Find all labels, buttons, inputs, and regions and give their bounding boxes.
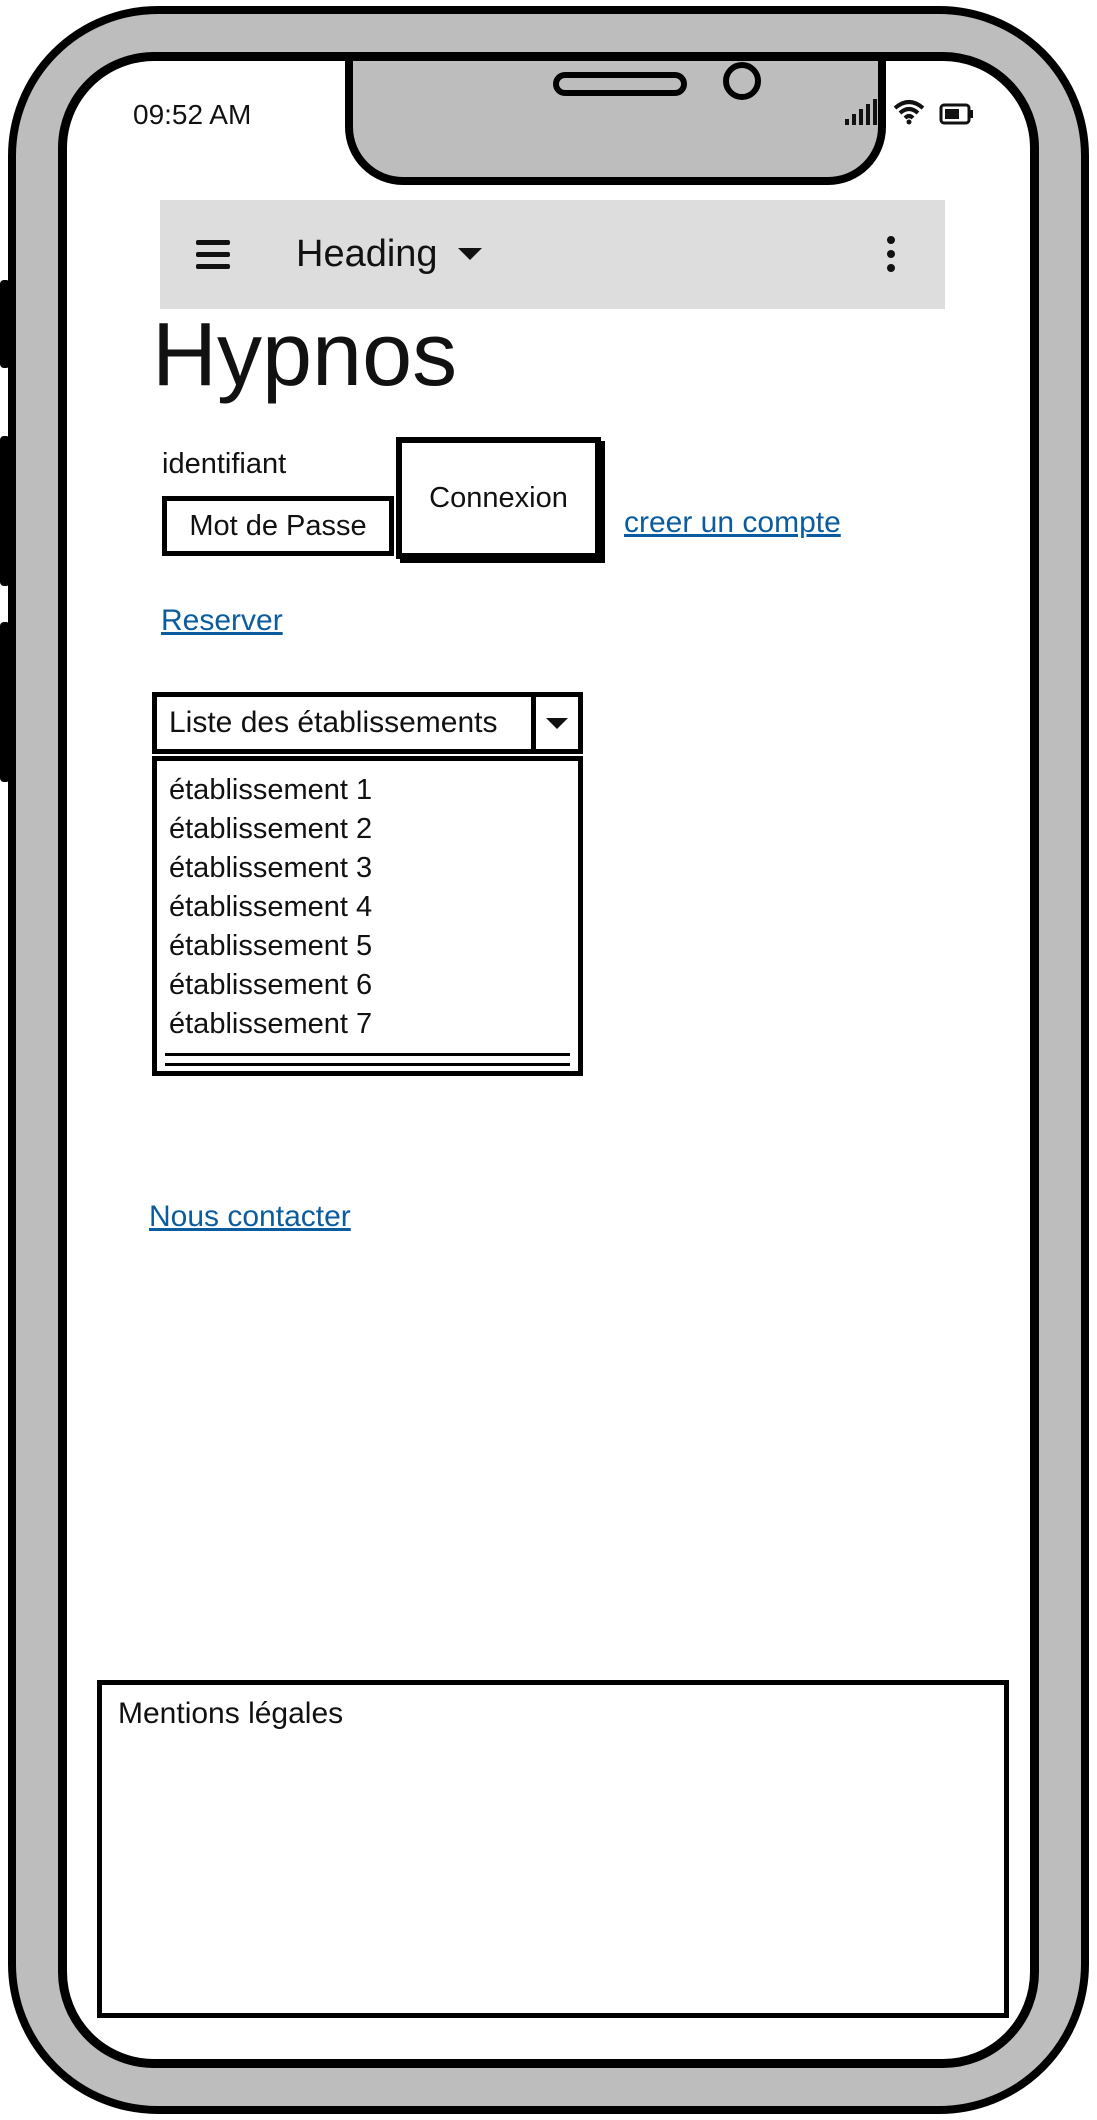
camera-icon <box>723 62 761 100</box>
chevron-down-icon <box>457 248 482 260</box>
reserve-link[interactable]: Reserver <box>161 604 283 638</box>
heading-label: Heading <box>296 232 438 275</box>
list-item[interactable]: établissement 3 <box>169 849 578 888</box>
status-time: 09:52 AM <box>133 99 252 130</box>
list-item[interactable]: établissement 5 <box>169 927 578 966</box>
phone-side-button <box>0 436 10 586</box>
page-title: Hypnos <box>152 305 458 405</box>
contact-link[interactable]: Nous contacter <box>149 1200 351 1234</box>
password-field[interactable]: Mot de Passe <box>162 496 394 556</box>
select-label: Liste des établissements <box>169 706 498 739</box>
signal-icon <box>845 99 877 125</box>
list-divider <box>165 1053 570 1056</box>
phone-side-button <box>0 280 10 368</box>
establishments-select[interactable]: Liste des établissements <box>152 692 583 754</box>
phone-side-button <box>0 622 10 782</box>
app-bar: Heading <box>160 200 945 309</box>
list-item[interactable]: établissement 2 <box>169 810 578 849</box>
wifi-icon <box>893 100 925 125</box>
status-icons <box>845 99 975 125</box>
establishments-list[interactable]: établissement 1 établissement 2 établiss… <box>152 756 583 1076</box>
list-item[interactable]: établissement 1 <box>169 771 578 810</box>
connect-button[interactable]: Connexion <box>396 437 601 559</box>
heading-dropdown[interactable]: Heading <box>296 228 482 280</box>
create-account-link[interactable]: creer un compte <box>624 506 841 540</box>
battery-icon <box>939 103 973 125</box>
speaker-icon <box>553 72 687 96</box>
legal-notice-text[interactable]: Mentions légales <box>118 1697 343 1731</box>
legal-footer: Mentions légales <box>97 1680 1009 2018</box>
select-toggle[interactable] <box>531 697 578 749</box>
list-item[interactable]: établissement 6 <box>169 966 578 1005</box>
phone-notch <box>345 61 886 185</box>
more-vertical-icon[interactable] <box>885 236 897 272</box>
list-item[interactable]: établissement 7 <box>169 1005 578 1044</box>
identifier-label[interactable]: identifiant <box>162 448 286 481</box>
chevron-down-icon <box>546 717 568 729</box>
menu-icon[interactable] <box>196 240 230 269</box>
list-divider <box>165 1063 570 1066</box>
list-item[interactable]: établissement 4 <box>169 888 578 927</box>
